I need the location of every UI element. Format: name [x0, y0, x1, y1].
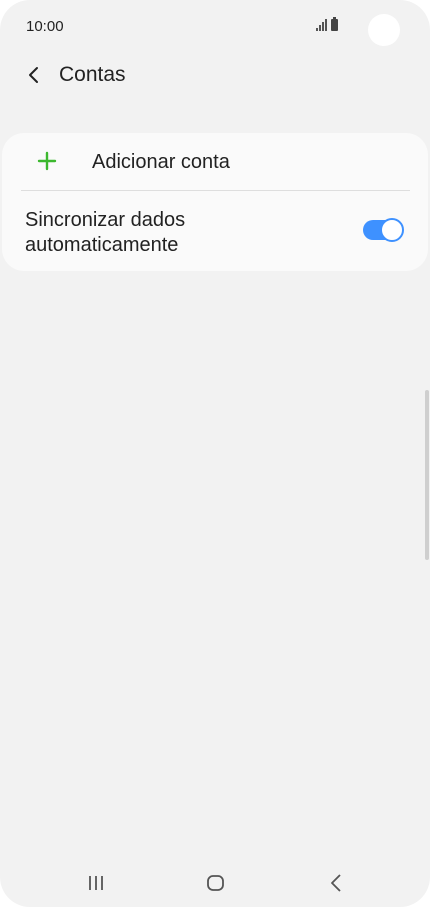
add-account-label: Adicionar conta: [92, 151, 230, 173]
recents-icon[interactable]: [86, 874, 106, 892]
home-icon[interactable]: [206, 874, 225, 892]
add-account-row[interactable]: Adicionar conta: [2, 133, 428, 190]
back-button[interactable]: [22, 63, 46, 87]
status-bar: 10:00: [0, 0, 430, 55]
plus-icon: [37, 151, 57, 171]
navigation-bar: [0, 860, 430, 905]
signal-icon: [316, 19, 327, 31]
toggle-knob: [380, 218, 404, 242]
page-title: Contas: [59, 63, 126, 86]
header: Contas: [0, 55, 430, 95]
back-icon[interactable]: [328, 873, 344, 893]
auto-sync-toggle[interactable]: [363, 218, 404, 242]
status-time: 10:00: [26, 18, 64, 35]
status-icons: [316, 17, 338, 31]
camera-cutout: [368, 14, 400, 46]
auto-sync-row[interactable]: Sincronizar dados automaticamente: [2, 191, 428, 271]
battery-icon: [331, 17, 338, 31]
auto-sync-label: Sincronizar dados automaticamente: [25, 209, 186, 256]
accounts-card: Adicionar conta Sincronizar dados automa…: [2, 133, 428, 271]
chevron-left-icon: [29, 67, 38, 83]
phone-screen: 10:00 Contas Adicionar conta Sincronizar…: [0, 0, 430, 907]
scrollbar[interactable]: [425, 390, 429, 560]
